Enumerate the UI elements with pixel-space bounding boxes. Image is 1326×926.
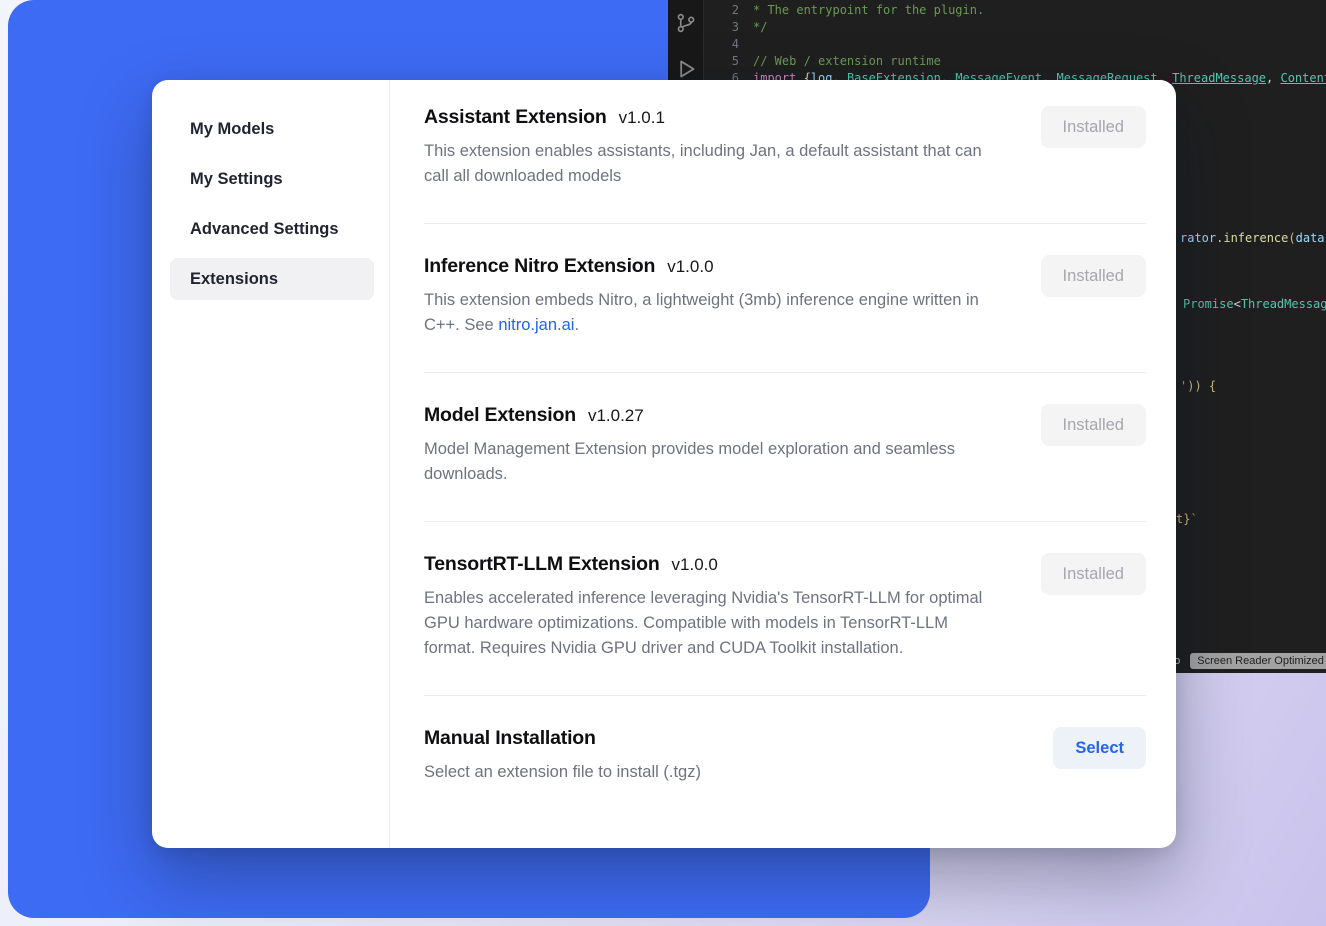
extension-version: v1.0.27: [588, 406, 644, 426]
extension-description: Model Management Extension provides mode…: [424, 437, 999, 487]
extension-description: Enables accelerated inference leveraging…: [424, 586, 999, 661]
code-line: 2 * The entrypoint for the plugin.: [705, 2, 1326, 19]
sidebar-item-label: My Settings: [190, 170, 283, 189]
code-text: // Web / extension runtime: [753, 53, 941, 70]
code-lines: 2 * The entrypoint for the plugin. 3 */ …: [705, 2, 1326, 87]
line-number: 5: [705, 53, 739, 70]
manual-installation-title: Manual Installation: [424, 727, 596, 750]
manual-installation-description: Select an extension file to install (.tg…: [424, 760, 701, 785]
code-fragment: rator.inference(data));: [1180, 230, 1326, 246]
code-fragment: t}`: [1176, 511, 1198, 527]
screen-reader-badge[interactable]: Screen Reader Optimized: [1190, 653, 1326, 669]
sidebar-item-advanced-settings[interactable]: Advanced Settings: [170, 208, 374, 250]
code-fragment: ')) {: [1180, 378, 1216, 394]
sidebar-item-label: Advanced Settings: [190, 220, 339, 239]
installed-button[interactable]: Installed: [1041, 255, 1146, 297]
extension-version: v1.0.1: [619, 108, 665, 128]
extension-row-model: Model Extension v1.0.27 Model Management…: [424, 372, 1146, 521]
sidebar-item-my-settings[interactable]: My Settings: [170, 158, 374, 200]
nitro-link[interactable]: nitro.jan.ai: [498, 316, 574, 334]
extension-version: v1.0.0: [667, 257, 713, 277]
code-text: * The entrypoint for the plugin.: [753, 2, 984, 19]
manual-installation-row: Manual Installation Select an extension …: [424, 695, 1146, 819]
extension-row-tensorrt: TensortRT-LLM Extension v1.0.0 Enables a…: [424, 521, 1146, 695]
extensions-list: Assistant Extension v1.0.1 This extensio…: [390, 80, 1176, 848]
select-file-button[interactable]: Select: [1053, 727, 1146, 769]
source-control-icon[interactable]: [675, 12, 697, 34]
extension-row-nitro: Inference Nitro Extension v1.0.0 This ex…: [424, 223, 1146, 372]
sidebar-item-label: Extensions: [190, 270, 278, 289]
extension-title: Inference Nitro Extension: [424, 255, 655, 278]
sidebar-item-label: My Models: [190, 120, 274, 139]
extension-title: TensortRT-LLM Extension: [424, 553, 660, 576]
line-number: 2: [705, 2, 739, 19]
extension-title: Model Extension: [424, 404, 576, 427]
code-line: 5 // Web / extension runtime: [705, 53, 1326, 70]
installed-button[interactable]: Installed: [1041, 553, 1146, 595]
extension-description: This extension enables assistants, inclu…: [424, 139, 999, 189]
code-line: 3 */: [705, 19, 1326, 36]
extension-description: This extension embeds Nitro, a lightweig…: [424, 288, 999, 338]
line-number: 3: [705, 19, 739, 36]
code-fragment: Promise<ThreadMessage>: [1183, 296, 1326, 312]
sidebar-item-extensions[interactable]: Extensions: [170, 258, 374, 300]
run-debug-icon[interactable]: [675, 58, 697, 80]
code-text: */: [753, 19, 767, 36]
extension-row-assistant: Assistant Extension v1.0.1 This extensio…: [424, 80, 1146, 223]
installed-button[interactable]: Installed: [1041, 106, 1146, 148]
settings-modal: My Models My Settings Advanced Settings …: [152, 80, 1176, 848]
settings-sidebar: My Models My Settings Advanced Settings …: [152, 80, 390, 848]
sidebar-item-my-models[interactable]: My Models: [170, 108, 374, 150]
extension-version: v1.0.0: [672, 555, 718, 575]
code-line: 4: [705, 36, 1326, 53]
extension-title: Assistant Extension: [424, 106, 607, 129]
installed-button[interactable]: Installed: [1041, 404, 1146, 446]
desktop: { "colors": { "brand_blue": "#3e6bf4", "…: [0, 0, 1326, 926]
editor-statusbar: go Screen Reader Optimized: [1168, 653, 1326, 669]
line-number: 4: [705, 36, 739, 53]
